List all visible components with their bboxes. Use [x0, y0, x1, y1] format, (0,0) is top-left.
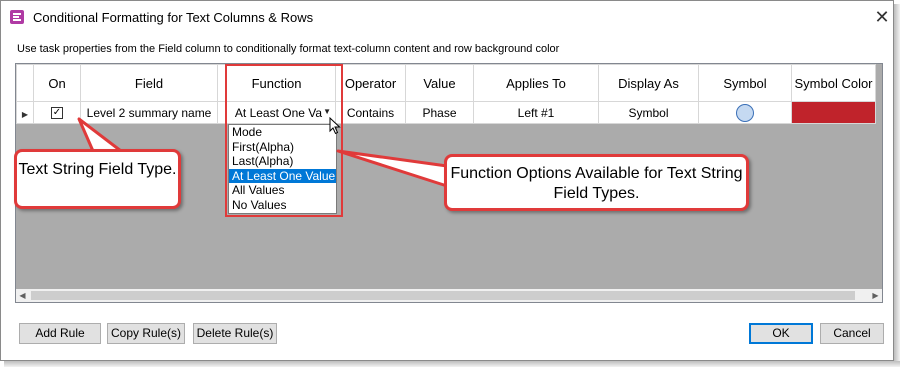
rules-table: On Field Function Operator Value Applies…	[16, 64, 876, 124]
applies-to-cell[interactable]: Left #1	[473, 101, 599, 124]
table-header-row: On Field Function Operator Value Applies…	[16, 64, 876, 102]
on-checkbox[interactable]: ✓	[51, 107, 63, 120]
field-type-callout: Text String Field Type.	[14, 149, 181, 209]
symbol-cell[interactable]	[698, 101, 792, 124]
add-rule-button[interactable]: Add Rule	[19, 323, 101, 344]
copy-rules-button[interactable]: Copy Rule(s)	[107, 323, 185, 344]
circle-symbol-icon	[736, 103, 754, 122]
function-highlight-box	[225, 64, 343, 217]
symbol-color-swatch[interactable]	[791, 101, 876, 124]
task-list-icon	[10, 10, 24, 24]
column-header-applies-to[interactable]: Applies To	[473, 64, 599, 102]
delete-rules-button[interactable]: Delete Rule(s)	[193, 323, 277, 344]
function-options-callout: Function Options Available for Text Stri…	[444, 154, 749, 211]
scrollbar-thumb[interactable]	[31, 291, 855, 300]
column-header-display-as[interactable]: Display As	[598, 64, 699, 102]
title-bar: Conditional Formatting for Text Columns …	[1, 1, 893, 33]
column-header-field[interactable]: Field	[80, 64, 218, 102]
table-row[interactable]: ▶ ✓ Level 2 summary name At Least One Va…	[16, 101, 876, 124]
value-cell[interactable]: Phase	[405, 101, 474, 124]
column-header-operator[interactable]: Operator	[335, 64, 406, 102]
scroll-right-icon[interactable]: ▶	[869, 289, 882, 302]
field-cell[interactable]: Level 2 summary name	[80, 101, 218, 124]
ok-button[interactable]: OK	[749, 323, 813, 344]
on-checkbox-cell[interactable]: ✓	[33, 101, 81, 124]
horizontal-scrollbar[interactable]: ◀ ▶	[16, 289, 882, 302]
column-header-selector	[16, 64, 34, 102]
row-selector-arrow-icon[interactable]: ▶	[16, 101, 34, 124]
column-header-on[interactable]: On	[33, 64, 81, 102]
window-shadow-right	[894, 4, 900, 367]
cancel-button[interactable]: Cancel	[820, 323, 884, 344]
scroll-left-icon[interactable]: ◀	[16, 289, 29, 302]
operator-cell[interactable]: Contains	[335, 101, 406, 124]
column-header-value[interactable]: Value	[405, 64, 474, 102]
close-icon[interactable]: ✕	[869, 5, 895, 29]
column-header-symbol-color[interactable]: Symbol Color	[791, 64, 876, 102]
column-header-symbol-color-label: Symbol Color	[794, 75, 873, 91]
column-header-symbol[interactable]: Symbol	[698, 64, 792, 102]
dialog-description: Use task properties from the Field colum…	[17, 43, 560, 55]
dialog-window: Conditional Formatting for Text Columns …	[0, 0, 894, 361]
mouse-cursor-icon	[329, 117, 341, 135]
window-shadow-bottom	[4, 361, 900, 367]
display-as-cell[interactable]: Symbol	[598, 101, 699, 124]
window-title: Conditional Formatting for Text Columns …	[33, 10, 314, 25]
